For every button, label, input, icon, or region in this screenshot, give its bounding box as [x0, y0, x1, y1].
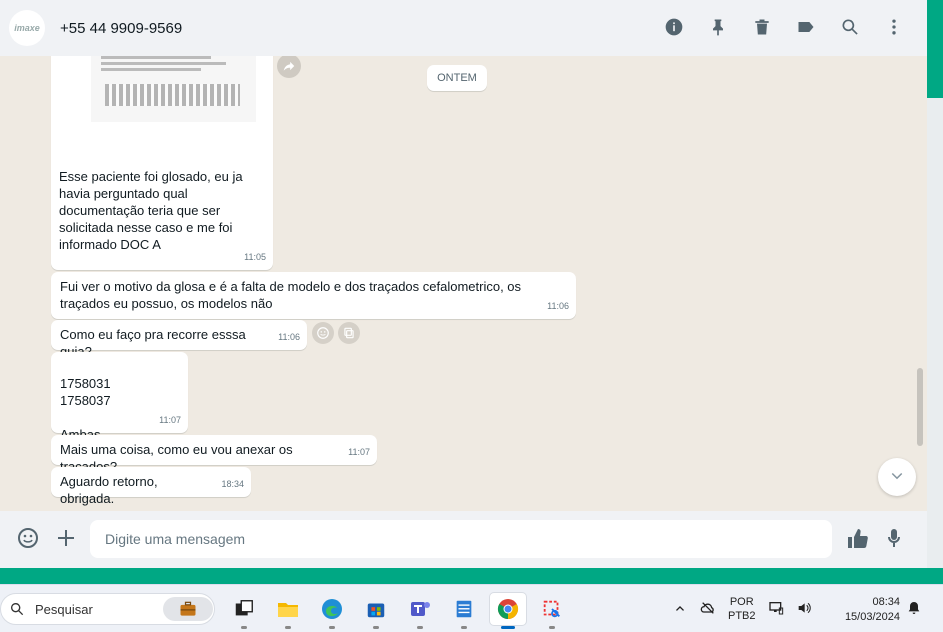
teams-icon[interactable]	[402, 593, 438, 629]
onedrive-offline-icon[interactable]	[700, 600, 716, 619]
emoji-icon[interactable]	[16, 526, 40, 555]
notepad-icon[interactable]	[446, 593, 482, 629]
edge-icon[interactable]	[314, 593, 350, 629]
clock-time: 08:34	[872, 596, 900, 608]
message-time: 11:07	[348, 447, 370, 457]
message-bubble[interactable]: Mais uma coisa, como eu vou anexar os tr…	[51, 435, 377, 474]
attach-plus-icon[interactable]	[54, 526, 78, 555]
message-hover-actions	[312, 322, 360, 344]
message-composer	[0, 511, 927, 568]
message-text: Aguardo retorno, obrigada.	[60, 474, 158, 506]
message-input[interactable]	[90, 520, 832, 558]
label-icon[interactable]	[795, 16, 817, 38]
message-bubble[interactable]: Como eu faço pra recorre esssa guia? 11:…	[51, 320, 307, 359]
language-indicator[interactable]: POR PTB2	[728, 595, 756, 623]
windows-taskbar: Pesquisar POR PTB2 08:34 15/03/2024	[0, 584, 943, 632]
info-icon[interactable]	[663, 16, 685, 38]
thumbs-up-icon[interactable]	[846, 527, 870, 556]
search-placeholder: Pesquisar	[35, 602, 93, 617]
scroll-down-button[interactable]	[878, 458, 916, 496]
search-icon	[9, 601, 25, 617]
network-icon[interactable]	[768, 600, 784, 619]
message-time: 11:05	[244, 252, 266, 262]
volume-icon[interactable]	[796, 600, 812, 619]
menu-icon[interactable]	[883, 16, 905, 38]
system-tray: POR PTB2	[672, 593, 812, 625]
store-icon[interactable]	[358, 593, 394, 629]
header-actions	[663, 16, 905, 38]
react-emoji-icon[interactable]	[312, 322, 334, 344]
task-view-icon[interactable]	[226, 593, 262, 629]
search-icon[interactable]	[839, 16, 861, 38]
chat-area[interactable]: Esse paciente foi glosado, eu ja havia p…	[0, 56, 927, 511]
copy-icon[interactable]	[338, 322, 360, 344]
chevron-up-icon[interactable]	[672, 600, 688, 619]
clock-date: 15/03/2024	[844, 611, 900, 623]
avatar[interactable]: imaxe	[9, 10, 45, 46]
taskbar-apps	[226, 593, 570, 629]
whatsapp-window: imaxe +55 44 9909-9569 Esse paciente foi…	[0, 0, 927, 568]
message-bubble[interactable]: 1758031 1758037 Ambas glosadas 11:07	[51, 352, 188, 459]
window-edge	[927, 0, 943, 98]
chrome-icon[interactable]	[490, 593, 526, 629]
chevron-down-icon	[891, 472, 903, 480]
snipping-tool-icon[interactable]	[534, 593, 570, 629]
message-text: Esse paciente foi glosado, eu ja havia p…	[59, 169, 243, 252]
pin-icon[interactable]	[707, 16, 729, 38]
message-bubble[interactable]: Fui ver o motivo da glosa e é a falta de…	[51, 272, 576, 319]
taskbar-search[interactable]: Pesquisar	[0, 593, 215, 625]
chat-header: imaxe +55 44 9909-9569	[0, 0, 927, 56]
chat-scrollbar[interactable]	[917, 368, 923, 446]
file-explorer-icon[interactable]	[270, 593, 306, 629]
image-preview[interactable]	[91, 56, 256, 122]
message-time: 18:34	[221, 479, 244, 489]
image-message[interactable]: Esse paciente foi glosado, eu ja havia p…	[51, 56, 273, 270]
taskbar-clock[interactable]: 08:34 15/03/2024	[832, 595, 900, 625]
contact-name[interactable]: +55 44 9909-9569	[60, 20, 182, 37]
language-code: POR	[729, 596, 754, 608]
microphone-icon[interactable]	[882, 526, 906, 555]
message-time: 11:06	[547, 301, 569, 311]
window-edge	[927, 98, 943, 568]
message-bubble[interactable]: Aguardo retorno, obrigada. 18:34	[51, 467, 251, 506]
message-time: 11:07	[159, 415, 181, 425]
date-separator: ONTEM	[427, 65, 487, 91]
keyboard-layout: PTB2	[728, 610, 756, 622]
forward-icon[interactable]	[277, 56, 301, 78]
notification-bell-icon[interactable]	[906, 600, 922, 621]
message-time: 11:06	[278, 332, 300, 342]
message-text: Fui ver o motivo da glosa e é a falta de…	[60, 279, 522, 311]
briefcase-icon[interactable]	[163, 597, 213, 621]
trash-icon[interactable]	[751, 16, 773, 38]
